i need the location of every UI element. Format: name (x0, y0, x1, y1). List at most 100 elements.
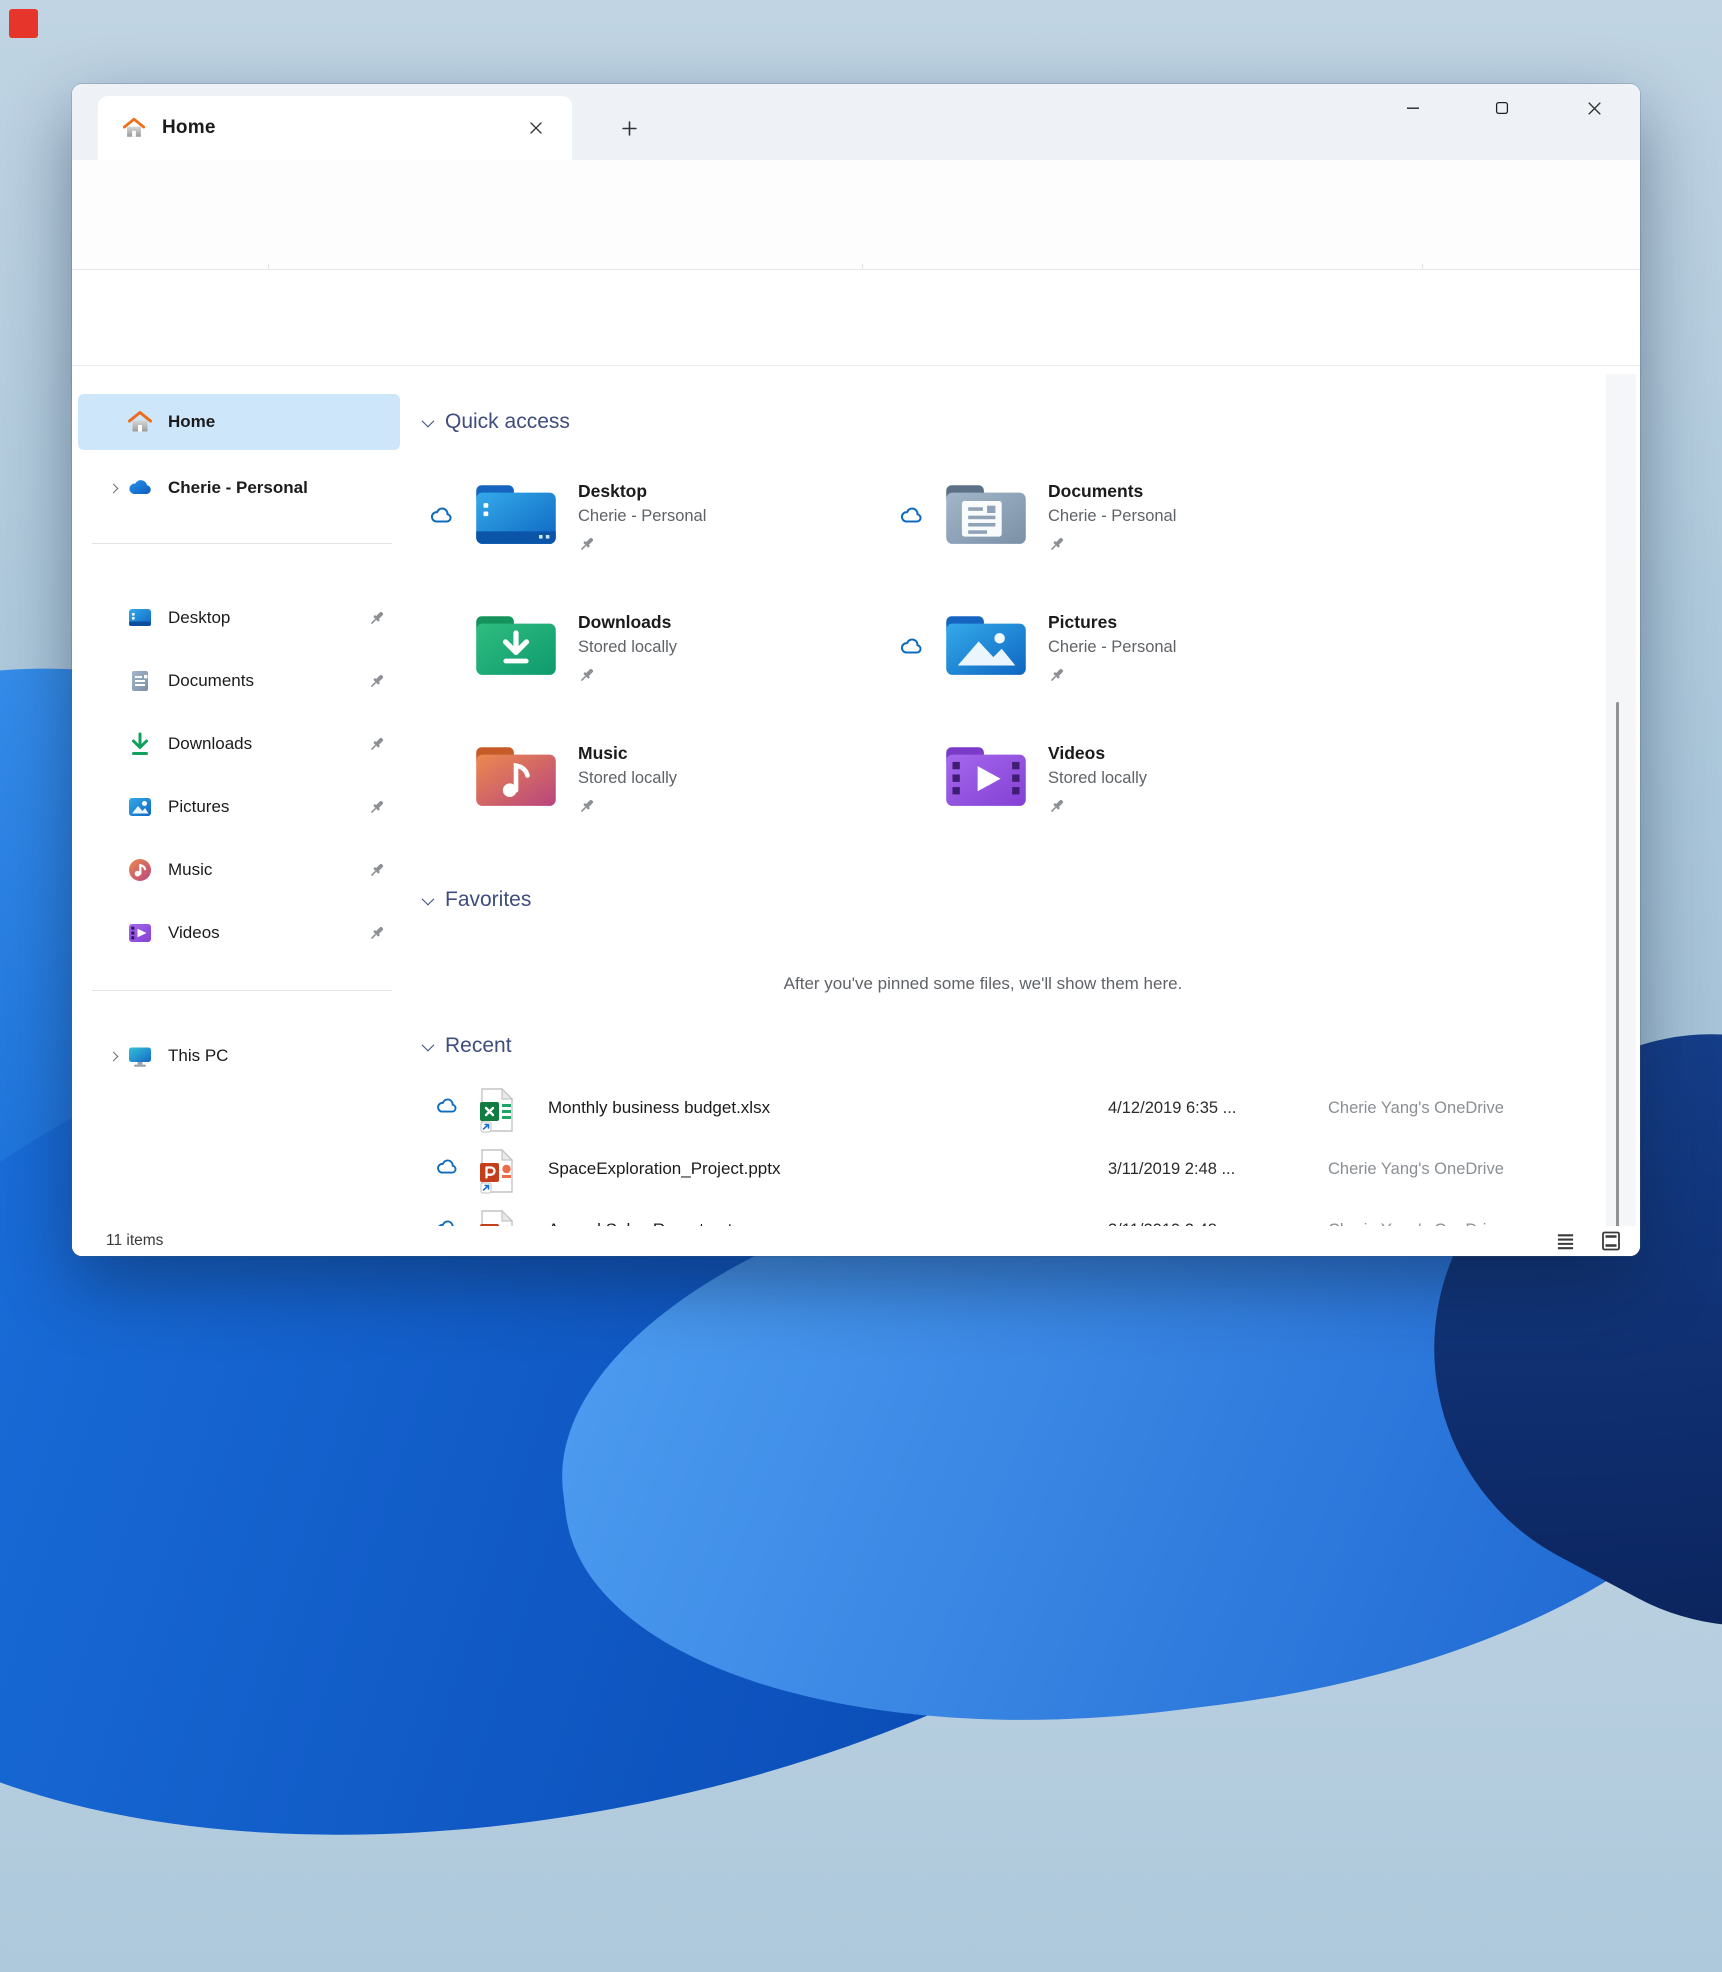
pin-icon (578, 797, 596, 815)
section-quick-access[interactable]: Quick access (422, 410, 570, 434)
sidebar-item-label: Desktop (168, 608, 230, 628)
folder-tile-music[interactable]: Music Stored locally (428, 741, 888, 837)
view-large-thumbnails-button[interactable] (1596, 1228, 1626, 1254)
pin-icon (1048, 666, 1066, 684)
navigation-pane: Home Cherie - Personal Desktop Docume (72, 366, 408, 1250)
scrollbar-thumb[interactable] (1616, 702, 1619, 1256)
music-icon (126, 857, 154, 883)
downloads-folder-icon (474, 610, 558, 677)
section-recent[interactable]: Recent (422, 1034, 512, 1058)
folder-tile-downloads[interactable]: Downloads Stored locally (428, 610, 888, 706)
home-icon (126, 409, 154, 435)
sidebar-item-home[interactable]: Home (78, 394, 400, 450)
folder-tile-videos[interactable]: Videos Stored locally (898, 741, 1358, 837)
folder-tile-documents[interactable]: Documents Cherie - Personal (898, 479, 1358, 575)
tile-subtitle: Stored locally (578, 769, 677, 788)
tile-subtitle: Cherie - Personal (578, 507, 706, 526)
onedrive-status-icon (900, 507, 924, 524)
tile-name: Desktop (578, 481, 647, 502)
tile-name: Documents (1048, 481, 1143, 502)
tab-home[interactable]: Home (98, 96, 572, 160)
tile-name: Pictures (1048, 612, 1117, 633)
file-name: SpaceExploration_Project.pptx (548, 1159, 780, 1179)
sidebar-item-label: Pictures (168, 797, 229, 817)
videos-folder-icon (944, 741, 1028, 808)
sidebar-item-label: Cherie - Personal (168, 478, 308, 498)
videos-icon (126, 920, 154, 946)
status-bar: 11 items (72, 1226, 1640, 1256)
pictures-icon (126, 794, 154, 820)
sidebar-item-pictures[interactable]: Pictures (78, 779, 400, 835)
onedrive-status-icon (900, 638, 924, 655)
this-pc-icon (126, 1043, 154, 1069)
navigation-bar: Home (72, 270, 1640, 366)
tile-subtitle: Cherie - Personal (1048, 507, 1176, 526)
section-label: Recent (445, 1034, 512, 1058)
tab-bar: Home (72, 84, 1640, 160)
pin-icon (368, 735, 386, 753)
folder-tile-pictures[interactable]: Pictures Cherie - Personal (898, 610, 1358, 706)
onedrive-status-icon (436, 1098, 459, 1114)
sidebar-item-label: Music (168, 860, 212, 880)
onedrive-cloud-icon (126, 475, 154, 501)
downloads-icon (126, 731, 154, 757)
chevron-right-icon[interactable] (100, 485, 126, 492)
sidebar-item-desktop[interactable]: Desktop (78, 590, 400, 646)
home-icon (122, 116, 146, 140)
file-row-space-exploration[interactable]: SpaceExploration_Project.pptx 3/11/2019 … (408, 1145, 1604, 1197)
sidebar-item-label: Home (168, 412, 215, 432)
section-label: Quick access (445, 410, 570, 434)
sidebar-item-documents[interactable]: Documents (78, 653, 400, 709)
desktop-icon-red[interactable] (9, 9, 38, 38)
pin-icon (1048, 797, 1066, 815)
file-date: 4/12/2019 6:35 ... (1108, 1099, 1236, 1118)
chevron-right-icon[interactable] (100, 1053, 126, 1060)
tile-name: Music (578, 743, 628, 764)
close-window-button[interactable] (1571, 90, 1617, 126)
tile-name: Videos (1048, 743, 1105, 764)
maximize-button[interactable] (1479, 90, 1525, 126)
desktop-icon (126, 605, 154, 631)
excel-file-icon (478, 1087, 516, 1133)
view-details-button[interactable] (1550, 1228, 1580, 1254)
folder-tile-desktop[interactable]: Desktop Cherie - Personal (428, 479, 888, 575)
sidebar-item-downloads[interactable]: Downloads (78, 716, 400, 772)
sidebar-item-onedrive[interactable]: Cherie - Personal (78, 460, 400, 516)
pin-icon (368, 672, 386, 690)
onedrive-status-icon (436, 1159, 459, 1175)
tile-subtitle: Stored locally (1048, 769, 1147, 788)
file-row-monthly-budget[interactable]: Monthly business budget.xlsx 4/12/2019 6… (408, 1084, 1604, 1136)
pin-icon (368, 924, 386, 942)
sidebar-item-music[interactable]: Music (78, 842, 400, 898)
pin-icon (1048, 535, 1066, 553)
tab-close-button[interactable] (520, 112, 552, 144)
desktop-folder-icon (474, 479, 558, 546)
section-favorites[interactable]: Favorites (422, 888, 531, 912)
documents-icon (126, 668, 154, 694)
new-tab-button[interactable] (610, 110, 648, 146)
pin-icon (368, 609, 386, 627)
minimize-button[interactable] (1390, 90, 1436, 126)
pin-icon (368, 861, 386, 879)
music-folder-icon (474, 741, 558, 808)
section-label: Favorites (445, 888, 531, 912)
tile-subtitle: Cherie - Personal (1048, 638, 1176, 657)
file-location: Cherie Yang's OneDrive (1328, 1160, 1504, 1179)
pin-icon (578, 535, 596, 553)
sidebar-separator (92, 543, 392, 544)
file-location: Cherie Yang's OneDrive (1328, 1099, 1504, 1118)
favorites-empty-text: After you've pinned some files, we'll sh… (408, 974, 1558, 994)
onedrive-status-icon (430, 507, 454, 524)
vertical-scrollbar[interactable] (1606, 374, 1636, 1240)
command-toolbar: New Sort View (72, 160, 1640, 270)
tab-title: Home (162, 117, 216, 139)
file-name: Monthly business budget.xlsx (548, 1098, 770, 1118)
main-pane: Quick access Desktop Cherie - Personal D (408, 366, 1604, 1250)
tile-subtitle: Stored locally (578, 638, 677, 657)
sidebar-separator (92, 990, 392, 991)
sidebar-item-label: Downloads (168, 734, 252, 754)
chevron-down-icon (422, 892, 435, 905)
sidebar-item-videos[interactable]: Videos (78, 905, 400, 961)
chevron-down-icon (422, 414, 435, 427)
sidebar-item-this-pc[interactable]: This PC (78, 1028, 400, 1084)
